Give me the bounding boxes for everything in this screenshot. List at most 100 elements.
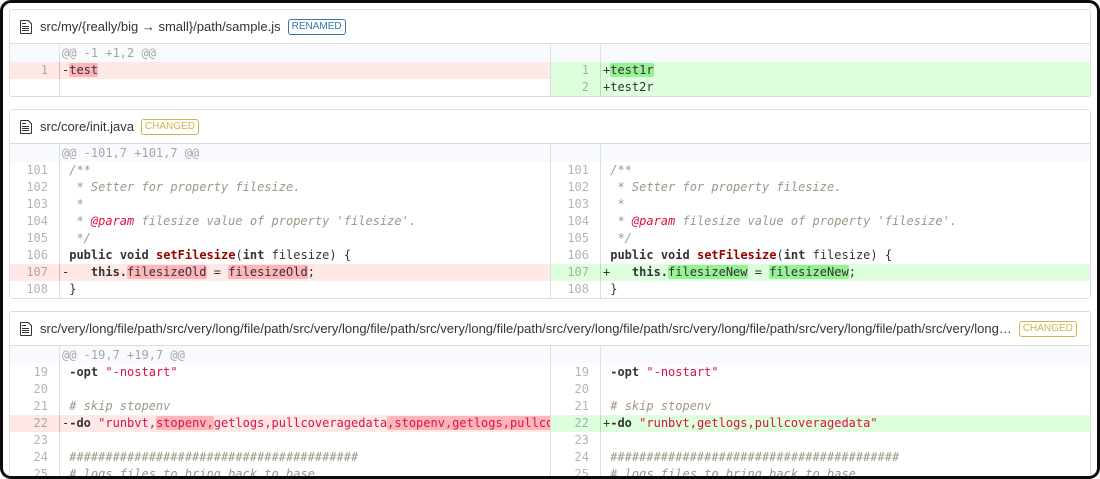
file-icon <box>20 321 32 336</box>
code-token: } <box>603 282 618 296</box>
line-number[interactable]: 19 <box>551 364 601 381</box>
line-number[interactable]: 21 <box>10 398 60 415</box>
code-cell: -test <box>60 62 550 79</box>
line-number[interactable]: 24 <box>551 449 601 466</box>
line-number[interactable]: 19 <box>10 364 60 381</box>
line-number[interactable]: 103 <box>551 196 601 213</box>
line-number[interactable]: 104 <box>551 213 601 230</box>
line-number[interactable]: 20 <box>551 381 601 398</box>
line-number[interactable]: 1 <box>551 62 601 79</box>
line-number[interactable]: 108 <box>551 281 601 298</box>
line-number[interactable]: 22 <box>10 415 60 432</box>
diff-line: 106 public void setFilesize(int filesize… <box>551 247 1090 264</box>
code-token: -opt <box>610 365 640 379</box>
code-token: ; <box>307 265 315 279</box>
line-number[interactable]: 1 <box>10 62 60 79</box>
code-token: "-nostart" <box>105 365 178 379</box>
line-number[interactable]: 23 <box>10 432 60 449</box>
file-status-badge: RENAMED <box>287 18 346 35</box>
line-number[interactable]: 107 <box>551 264 601 281</box>
line-number[interactable]: 25 <box>10 466 60 476</box>
code-token: * Setter for property filesize. <box>603 180 842 194</box>
code-token: + <box>603 265 632 279</box>
diff-line: 102 * Setter for property filesize. <box>551 179 1090 196</box>
code-cell: +-do "runbvt,getlogs,pullcoveragedata" <box>601 415 1090 432</box>
code-cell: +test1r <box>601 62 1090 79</box>
diff-side-right: 1 +test1r 2 +test2r <box>550 44 1090 96</box>
file-header[interactable]: src/core/init.java CHANGED <box>10 110 1090 144</box>
code-cell <box>601 144 1090 162</box>
code-cell <box>60 432 550 449</box>
line-number[interactable]: 108 <box>10 281 60 298</box>
code-token: int <box>783 248 806 262</box>
code-cell <box>601 432 1090 449</box>
code-token: /** <box>603 163 632 177</box>
code-token: "-nostart" <box>646 365 719 379</box>
hunk-filler-row <box>551 44 1090 62</box>
code-token: @param <box>90 214 135 228</box>
diff-line: 101 /** <box>551 162 1090 179</box>
code-token: void <box>119 248 149 262</box>
line-number[interactable]: 106 <box>551 247 601 264</box>
code-token: this. <box>631 265 669 279</box>
code-token: ; <box>848 265 856 279</box>
code-token: filesizeNew <box>668 265 748 279</box>
code-token: stopenv, <box>155 416 214 430</box>
file-diff-sides: @@ -1 +1,2 @@ 1 -test 1 +test1r 2 +test2r <box>10 44 1090 96</box>
line-number[interactable]: 101 <box>551 162 601 179</box>
code-token: filesizeOld <box>228 265 308 279</box>
line-number[interactable]: 102 <box>10 179 60 196</box>
code-token: @@ -19,7 +19,7 @@ <box>62 348 185 362</box>
code-cell: # logs files to bring back to base <box>60 466 550 479</box>
code-token: # logs files to bring back to base <box>69 467 315 479</box>
code-cell: ######################################## <box>601 449 1090 466</box>
diff-line: 107- this.filesizeOld = filesizeOld; <box>10 264 550 281</box>
code-token: ######################################## <box>69 450 359 464</box>
code-token: */ <box>62 231 91 245</box>
diff-line: 21 # skip stopenv <box>10 398 550 415</box>
code-token: * Setter for property filesize. <box>62 180 301 194</box>
line-number <box>10 144 60 162</box>
line-number[interactable]: 104 <box>10 213 60 230</box>
code-token: ( <box>776 248 784 262</box>
diff-line: 23 <box>551 432 1090 449</box>
file-header[interactable]: src/very/long/file/path/src/very/long/fi… <box>10 312 1090 346</box>
diff-line: 23 <box>10 432 550 449</box>
line-number <box>551 44 601 62</box>
code-token: +test2r <box>603 80 654 94</box>
line-number[interactable]: 105 <box>10 230 60 247</box>
line-number[interactable]: 2 <box>551 79 601 96</box>
line-number <box>10 79 60 96</box>
line-number[interactable]: 21 <box>551 398 601 415</box>
diff-line: 104 * @param filesize value of property … <box>10 213 550 230</box>
line-number[interactable]: 106 <box>10 247 60 264</box>
code-token: ,stopenv,getlogs,pullcoveragedata" <box>387 416 550 430</box>
line-number[interactable]: 22 <box>551 415 601 432</box>
line-number[interactable]: 20 <box>10 381 60 398</box>
code-token: filesizeNew <box>769 265 849 279</box>
line-number[interactable]: 102 <box>551 179 601 196</box>
code-cell: public void setFilesize(int filesize) { <box>601 247 1090 264</box>
code-token: setFilesize <box>155 248 236 262</box>
code-token: @param <box>631 214 676 228</box>
empty-placeholder-row <box>10 79 550 96</box>
line-number[interactable]: 105 <box>551 230 601 247</box>
diff-line: 25 # logs files to bring back to base <box>551 466 1090 476</box>
line-number[interactable]: 107 <box>10 264 60 281</box>
code-token: # skip stopenv <box>610 399 712 413</box>
diff-side-left: @@ -101,7 +101,7 @@ 101 /** 102 * Setter f… <box>10 144 550 298</box>
line-number[interactable]: 101 <box>10 162 60 179</box>
line-number[interactable]: 24 <box>10 449 60 466</box>
code-cell: ######################################## <box>60 449 550 466</box>
file-header[interactable]: src/my/{really/big → small}/path/sample.… <box>10 10 1090 44</box>
line-number <box>10 44 60 62</box>
code-token: public <box>610 248 654 262</box>
line-number[interactable]: 23 <box>551 432 601 449</box>
line-number[interactable]: 25 <box>551 466 601 476</box>
line-number[interactable]: 103 <box>10 196 60 213</box>
code-token: @@ -1 +1,2 @@ <box>62 46 156 60</box>
